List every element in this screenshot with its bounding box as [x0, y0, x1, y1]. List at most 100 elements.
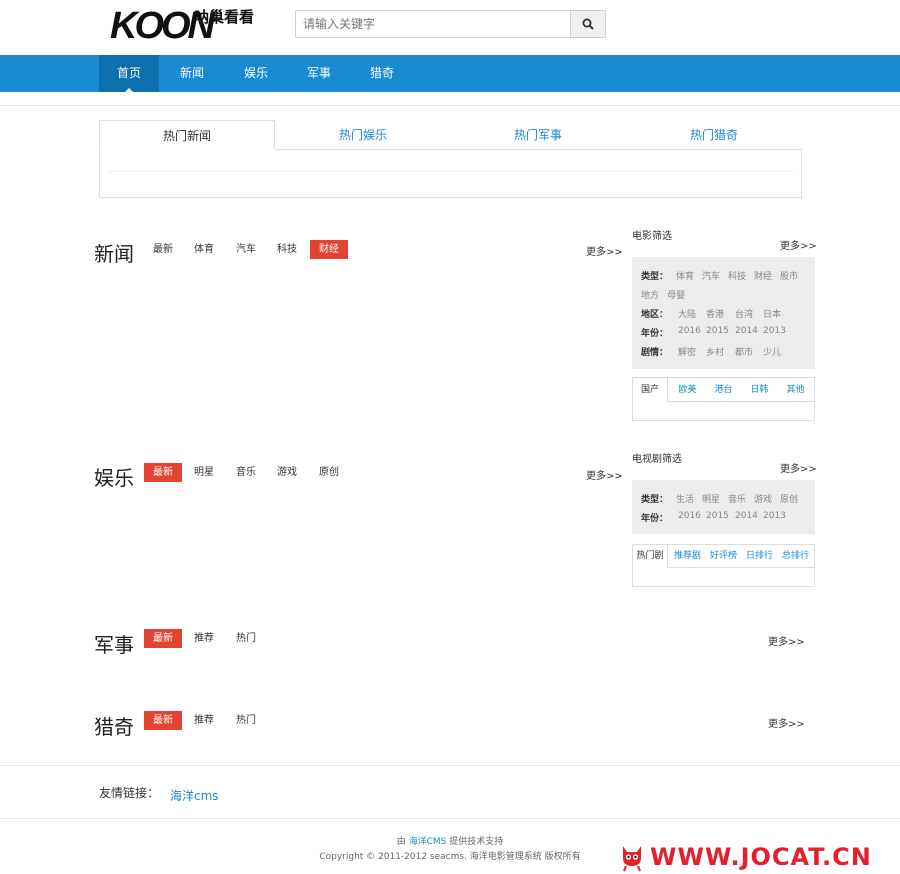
nav-item-label: 军事 [306, 66, 331, 80]
more-link[interactable]: 更多>> [780, 460, 817, 475]
filter-option[interactable]: 母婴 [667, 288, 685, 301]
filter-option[interactable]: 原创 [780, 492, 798, 505]
filter-option[interactable]: 地方 [641, 288, 659, 301]
footer-credit-link[interactable]: 海洋CMS [409, 837, 447, 847]
logo-chinese-name: 呐巢看看 [194, 8, 255, 26]
hot-tab-panel [99, 149, 802, 198]
filter-option[interactable]: 日本 [763, 307, 781, 320]
more-link[interactable]: 更多>> [768, 633, 805, 648]
filter-option[interactable]: 2013 [763, 511, 786, 521]
nav-item-home[interactable]: 首页 [99, 55, 159, 93]
filter-option[interactable]: 大陆 [678, 307, 696, 320]
filter-option[interactable]: 2015 [706, 511, 729, 521]
nav-item-news[interactable]: 新闻 [168, 55, 216, 92]
filter-option[interactable]: 2016 [678, 326, 701, 336]
main-nav: 首页 新闻 娱乐 军事 猎奇 [0, 55, 900, 93]
section-tag[interactable]: 最新 [144, 240, 182, 259]
search-icon [582, 18, 594, 30]
site-logo[interactable]: KOON 呐巢看看 [110, 4, 265, 48]
section-tag[interactable]: 明星 [185, 463, 223, 482]
tab-western[interactable]: 欧美 [670, 378, 705, 402]
more-link[interactable]: 更多>> [768, 715, 805, 730]
search-button[interactable] [570, 10, 606, 38]
more-link[interactable]: 更多>> [586, 467, 623, 482]
filter-option[interactable]: 香港 [706, 307, 724, 320]
tab-other[interactable]: 其他 [778, 378, 813, 402]
filter-option[interactable]: 都市 [735, 345, 753, 358]
section-tag-active[interactable]: 财经 [310, 240, 348, 259]
footer-credit-suffix: 提供技术支持 [446, 837, 504, 847]
filter-option[interactable]: 股市 [780, 269, 798, 282]
tab-jp-kr[interactable]: 日韩 [742, 378, 777, 402]
filter-option[interactable]: 2016 [678, 511, 701, 521]
nav-item-curiosity[interactable]: 猎奇 [358, 55, 406, 92]
watermark-text: WWW.JOCAT.CN [650, 843, 872, 871]
section-tag-active[interactable]: 最新 [144, 711, 182, 730]
friend-link[interactable]: 海洋cms [170, 787, 219, 804]
cat-mascot-icon [623, 846, 641, 872]
tab-hot-entertainment[interactable]: 热门娱乐 [275, 120, 451, 150]
tv-filter-box [632, 480, 815, 534]
filter-option[interactable]: 生活 [676, 492, 694, 505]
section-title-news: 新闻 [94, 242, 134, 266]
tab-hot-curiosity[interactable]: 热门猎奇 [626, 120, 802, 150]
nav-item-label: 猎奇 [369, 66, 394, 80]
section-tag[interactable]: 原创 [310, 463, 348, 482]
section-tag[interactable]: 推荐 [185, 629, 223, 648]
section-tag-active[interactable]: 最新 [144, 463, 182, 482]
divider [109, 171, 794, 172]
section-title-curiosity: 猎奇 [94, 715, 134, 739]
filter-option[interactable]: 台湾 [735, 307, 753, 320]
filter-option[interactable]: 2014 [735, 326, 758, 336]
tab-recommended[interactable]: 推荐剧 [670, 545, 705, 569]
tab-hot-news[interactable]: 热门新闻 [99, 120, 275, 150]
section-tag[interactable]: 游戏 [268, 463, 306, 482]
more-link[interactable]: 更多>> [586, 243, 623, 258]
filter-option[interactable]: 2015 [706, 326, 729, 336]
section-tag[interactable]: 热门 [227, 711, 265, 730]
filter-option[interactable]: 明星 [702, 492, 720, 505]
watermark: WWW.JOCAT.CN [616, 840, 900, 874]
section-tag-active[interactable]: 最新 [144, 629, 182, 648]
filter-option[interactable]: 2014 [735, 511, 758, 521]
tab-hot-military[interactable]: 热门军事 [450, 120, 626, 150]
section-tag[interactable]: 推荐 [185, 711, 223, 730]
footer-credit-prefix: 由 [396, 837, 409, 847]
filter-label: 剧情： [641, 348, 669, 358]
filter-option[interactable]: 科技 [728, 269, 746, 282]
tab-domestic[interactable]: 国产 [633, 378, 668, 402]
section-tag[interactable]: 汽车 [227, 240, 265, 259]
divider [0, 765, 900, 766]
filter-option[interactable]: 音乐 [728, 492, 746, 505]
friend-links-label: 友情链接： [99, 786, 160, 800]
section-tag[interactable]: 音乐 [227, 463, 265, 482]
tab-hk-tw[interactable]: 港台 [706, 378, 741, 402]
filter-option[interactable]: 乡村 [706, 345, 724, 358]
filter-option[interactable]: 财经 [754, 269, 772, 282]
nav-item-label: 首页 [116, 66, 141, 80]
tab-top-rated[interactable]: 好评榜 [706, 545, 741, 569]
search-input[interactable] [295, 10, 571, 38]
section-tag[interactable]: 体育 [185, 240, 223, 259]
filter-label: 地区： [641, 310, 669, 320]
section-title-entertainment: 娱乐 [94, 466, 134, 490]
filter-option[interactable]: 2013 [763, 326, 786, 336]
tv-filter-title: 电视剧筛选 [632, 454, 682, 465]
filter-option[interactable]: 解密 [678, 345, 696, 358]
nav-item-entertainment[interactable]: 娱乐 [232, 55, 280, 92]
filter-option[interactable]: 少儿 [763, 345, 781, 358]
divider [0, 105, 900, 106]
tab-daily-rank[interactable]: 日排行 [742, 545, 777, 569]
filter-label: 类型： [641, 272, 669, 282]
section-tag[interactable]: 科技 [268, 240, 306, 259]
filter-option[interactable]: 汽车 [702, 269, 720, 282]
filter-label: 年份： [641, 514, 669, 524]
nav-item-military[interactable]: 军事 [295, 55, 343, 92]
tab-hot-drama[interactable]: 热门剧 [633, 545, 668, 568]
more-link[interactable]: 更多>> [780, 237, 817, 252]
filter-option[interactable]: 游戏 [754, 492, 772, 505]
tab-total-rank[interactable]: 总排行 [778, 545, 813, 569]
filter-option[interactable]: 体育 [676, 269, 694, 282]
nav-item-label: 娱乐 [243, 66, 268, 80]
section-tag[interactable]: 热门 [227, 629, 265, 648]
